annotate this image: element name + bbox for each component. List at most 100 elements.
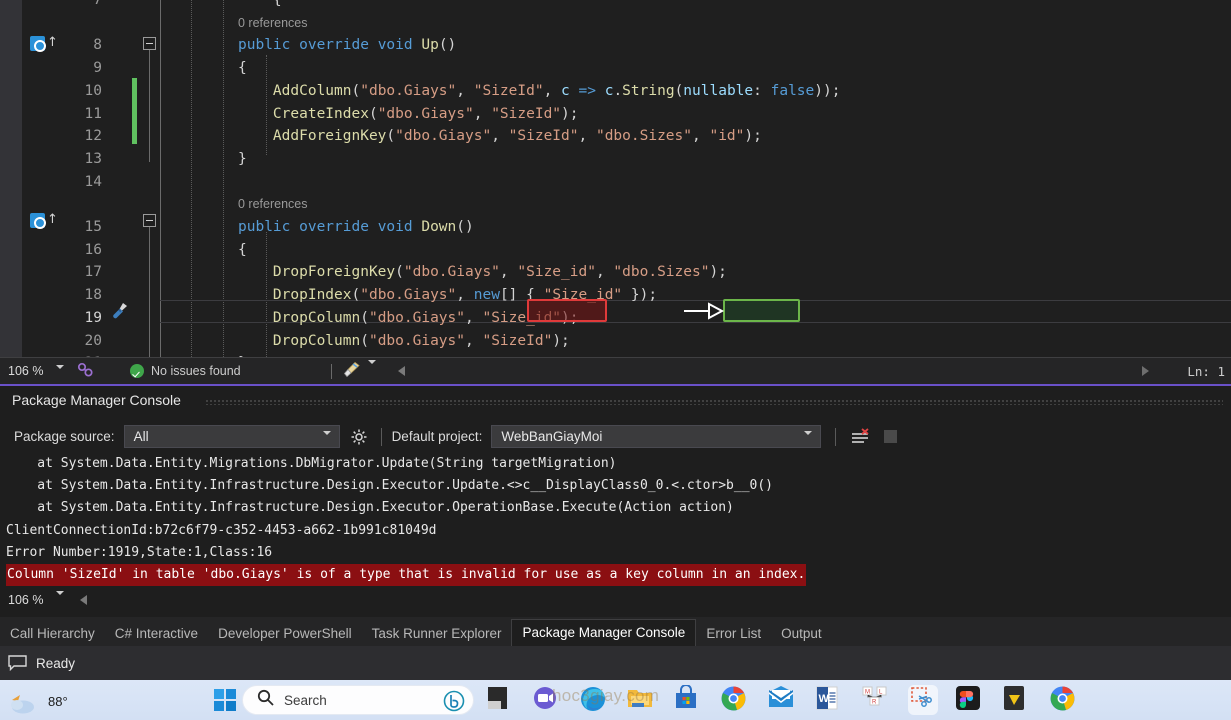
- code-map-icon[interactable]: [76, 361, 94, 382]
- code-line[interactable]: 10 AddColumn("dbo.Giays", "SizeId", c =>…: [0, 80, 1231, 103]
- code-text[interactable]: CreateIndex("dbo.Giays", "SizeId");: [238, 103, 579, 126]
- taskbar-edge-icon[interactable]: [579, 685, 609, 715]
- scroll-left-icon[interactable]: [398, 366, 405, 376]
- editor-status-bar: 106 % No issues found Ln: 1: [0, 357, 1231, 384]
- code-line[interactable]: 9{: [0, 57, 1231, 80]
- line-number: 15: [60, 216, 102, 239]
- code-line[interactable]: 12 AddForeignKey("dbo.Giays", "SizeId", …: [0, 125, 1231, 148]
- code-line[interactable]: 13}: [0, 148, 1231, 171]
- code-text[interactable]: DropForeignKey("dbo.Giays", "Size_id", "…: [238, 261, 727, 284]
- weather-widget[interactable]: 88°: [8, 684, 128, 718]
- taskbar-teams-icon[interactable]: [532, 685, 562, 715]
- code-line[interactable]: 8 public override void Up(): [0, 34, 1231, 57]
- package-source-dropdown[interactable]: All: [124, 425, 340, 448]
- annotation-wrong-value-box: [527, 299, 607, 322]
- tab-package-manager-console[interactable]: Package Manager Console: [511, 619, 696, 646]
- svg-text:R: R: [872, 700, 877, 706]
- cleanup-chevron-down-icon[interactable]: [368, 364, 376, 378]
- taskbar-mail-icon[interactable]: [767, 685, 797, 715]
- code-line[interactable]: 11 CreateIndex("dbo.Giays", "SizeId");: [0, 103, 1231, 126]
- tab-output[interactable]: Output: [771, 621, 832, 646]
- line-number: 17: [60, 261, 102, 284]
- console-zoom-selector[interactable]: 106 %: [0, 587, 72, 614]
- annotation-arrow-icon: [683, 301, 725, 326]
- taskbar-chrome-secondary-icon[interactable]: [1049, 685, 1079, 715]
- taskbar-search-box[interactable]: Search: [242, 685, 474, 715]
- gear-icon[interactable]: [350, 428, 368, 446]
- console-error-line: Column 'SizeId' in table 'dbo.Giays' is …: [6, 564, 1231, 586]
- no-issues-check-icon: [130, 364, 144, 378]
- scroll-left-icon[interactable]: [80, 595, 87, 605]
- tab-c-interactive[interactable]: C# Interactive: [105, 621, 208, 646]
- code-editor[interactable]: ↑ ↑ 7 {0 references8public override void…: [0, 0, 1231, 357]
- code-lines-container[interactable]: 7 {0 references8public override void Up(…: [0, 0, 1231, 357]
- stop-button[interactable]: [884, 430, 897, 443]
- copilot-bing-icon[interactable]: [443, 690, 465, 717]
- code-text[interactable]: public override void Up(): [238, 34, 456, 57]
- console-output[interactable]: at System.Data.Entity.Migrations.DbMigra…: [0, 453, 1231, 589]
- callout-icon: [8, 655, 27, 671]
- code-text[interactable]: AddForeignKey("dbo.Giays", "SizeId", "db…: [238, 125, 762, 148]
- code-line[interactable]: 19 DropColumn("dbo.Giays", "Size_id");: [0, 307, 1231, 330]
- console-zoom-value: 106 %: [8, 593, 43, 607]
- start-button-icon[interactable]: [213, 688, 237, 712]
- line-number: 8: [60, 34, 102, 57]
- taskbar-foxit-icon[interactable]: [1002, 685, 1032, 715]
- panel-drag-grip[interactable]: [205, 399, 1223, 405]
- codelens-references-label[interactable]: 0 references: [238, 12, 307, 35]
- bottom-tab-bar[interactable]: Call HierarchyC# InteractiveDeveloper Po…: [0, 617, 1231, 646]
- editor-zoom-selector[interactable]: 106 %: [0, 358, 72, 385]
- code-line[interactable]: 7 {: [0, 0, 1231, 12]
- code-line[interactable]: 18 DropIndex("dbo.Giays", new[] { "Size_…: [0, 284, 1231, 307]
- default-project-label: Default project:: [392, 429, 483, 444]
- taskbar-sticky-notes-icon[interactable]: M L R: [861, 685, 891, 715]
- tab-task-runner-explorer[interactable]: Task Runner Explorer: [362, 621, 512, 646]
- code-text[interactable]: AddColumn("dbo.Giays", "SizeId", c => c.…: [238, 80, 840, 103]
- taskbar-microsoft-store-icon[interactable]: [673, 685, 703, 715]
- taskbar-chrome-icon[interactable]: [720, 685, 750, 715]
- code-text[interactable]: {: [238, 239, 247, 262]
- windows-taskbar[interactable]: 88° Search: [0, 680, 1231, 720]
- taskbar-center-group[interactable]: Search: [213, 680, 1085, 720]
- code-text[interactable]: }: [238, 148, 247, 171]
- code-text[interactable]: public override void Down(): [238, 216, 474, 239]
- code-cleanup-brush-icon[interactable]: [342, 361, 361, 382]
- code-line[interactable]: 14: [0, 171, 1231, 194]
- taskbar-word-icon[interactable]: W: [814, 685, 844, 715]
- tab-error-list[interactable]: Error List: [696, 621, 771, 646]
- code-line[interactable]: 15 public override void Down(): [0, 216, 1231, 239]
- default-project-dropdown[interactable]: WebBanGiayMoi: [491, 425, 821, 448]
- code-line[interactable]: 20 DropColumn("dbo.Giays", "SizeId");: [0, 330, 1231, 353]
- console-toolbar[interactable]: Package source: All Default project:: [0, 420, 1231, 453]
- visual-studio-window: ↑ ↑ 7 {0 references8public override void…: [0, 0, 1231, 720]
- no-issues-label: No issues found: [151, 364, 241, 378]
- code-line[interactable]: 0 references: [0, 12, 1231, 35]
- taskbar-snipping-tool-icon[interactable]: [908, 685, 938, 715]
- taskbar-file-explorer-icon[interactable]: [626, 685, 656, 715]
- svg-text:M: M: [865, 690, 870, 696]
- default-project-value: WebBanGiayMoi: [501, 429, 602, 444]
- code-line[interactable]: 17 DropForeignKey("dbo.Giays", "Size_id"…: [0, 261, 1231, 284]
- taskbar-app-dark-icon[interactable]: [485, 685, 515, 715]
- code-text[interactable]: DropColumn("dbo.Giays", "SizeId");: [238, 330, 570, 353]
- code-line[interactable]: 16{: [0, 239, 1231, 262]
- tab-call-hierarchy[interactable]: Call Hierarchy: [0, 621, 105, 646]
- chevron-down-icon: [56, 369, 64, 383]
- taskbar-figma-icon[interactable]: [955, 685, 985, 715]
- code-line[interactable]: 0 references: [0, 193, 1231, 216]
- package-manager-console-panel[interactable]: Package Manager Console Package source: …: [0, 384, 1231, 617]
- codelens-references-label[interactable]: 0 references: [238, 193, 307, 216]
- tab-developer-powershell[interactable]: Developer PowerShell: [208, 621, 362, 646]
- search-icon: [257, 689, 274, 711]
- divider: [331, 364, 332, 379]
- divider: [381, 428, 382, 446]
- search-placeholder-label: Search: [284, 693, 327, 708]
- scroll-right-icon[interactable]: [1142, 366, 1149, 376]
- line-number: 7: [60, 0, 102, 12]
- console-status-bar: 106 %: [0, 589, 1231, 611]
- code-text[interactable]: {: [238, 0, 282, 12]
- console-output-line: ClientConnectionId:b72c6f79-c352-4453-a6…: [6, 520, 1231, 542]
- clear-console-icon[interactable]: [850, 428, 870, 446]
- package-source-label: Package source:: [14, 429, 115, 444]
- code-text[interactable]: {: [238, 57, 247, 80]
